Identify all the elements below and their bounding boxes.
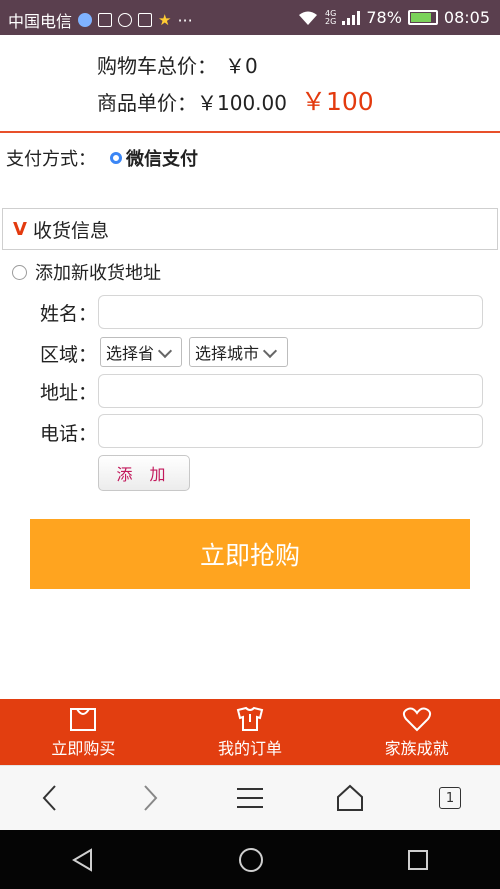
shopping-bag-icon [70,707,97,731]
home-circle-icon[interactable] [237,846,265,874]
chevron-down-icon: V [13,218,27,240]
shipping-section-header[interactable]: V 收货信息 [2,208,498,250]
tab-family-achievements[interactable]: 家族成就 [333,699,500,765]
tab-label: 立即购买 [51,738,116,758]
heart-icon [402,707,431,731]
buy-now-button[interactable]: 立即抢购 [30,519,470,589]
bottom-tab-bar: 立即购买 我的订单 家族成就 [0,699,500,765]
tab-label: 我的订单 [218,738,283,758]
region-label: 区域： [40,344,98,366]
battery-percent: 78% [366,8,402,27]
chevron-down-icon [263,345,277,359]
payment-method-wechat[interactable]: 微信支付 [126,145,198,171]
status-right: 4G 2G 78% 08:05 [297,8,490,27]
payment-row: 支付方式： 微信支付 [6,145,198,171]
unit-price-row: 商品单价： ￥100.00 ￥100 [97,82,374,118]
address-label: 地址： [40,382,98,404]
browser-back-button[interactable] [30,778,70,818]
tabs-icon: 1 [439,787,461,809]
tab-buy-now[interactable]: 立即购买 [0,699,167,765]
divider [0,131,500,133]
more-notifications: ··· [177,10,193,30]
address-input[interactable] [98,374,483,408]
news-icon [138,13,153,27]
browser-home-button[interactable] [330,778,370,818]
menu-icon [237,788,263,808]
unit-price-original: ￥100.00 [197,91,287,115]
back-icon [42,785,56,811]
star-icon: ★ [158,11,172,29]
shirt-icon [236,706,264,731]
network-type: 4G 2G [325,8,337,26]
shipping-section-title: 收货信息 [32,219,109,242]
tab-my-orders[interactable]: 我的订单 [167,699,334,765]
add-address-button[interactable]: 添 加 [98,455,190,491]
tab-label: 家族成就 [384,738,449,758]
payment-radio-selected[interactable] [110,152,122,164]
add-new-address-label: 添加新收货地址 [35,263,161,284]
browser-tabs-button[interactable]: 1 [430,778,470,818]
forward-icon [144,785,158,811]
cart-total-row: 购物车总价： ￥0 [97,50,258,79]
payment-label: 支付方式： [6,149,96,170]
signal-icon [342,10,361,25]
add-new-address-option[interactable]: 添加新收货地址 [12,259,161,285]
unit-price-sale: ￥100 [300,87,374,116]
status-bar: 中国电信 ★ ··· 4G 2G 78% 08:05 [0,0,500,35]
wifi-icon [299,11,318,25]
cart-total-label: 购物车总价： [97,54,217,78]
browser-toolbar: 1 [0,765,500,830]
add-address-radio[interactable] [12,264,27,280]
city-select-value: 选择城市 [195,344,260,363]
sync-icon [118,13,133,27]
name-input[interactable] [98,295,483,329]
status-left: 中国电信 ★ ··· [8,8,193,32]
city-select[interactable]: 选择城市 [189,337,288,367]
browser-menu-button[interactable] [230,778,270,818]
cart-total-value: ￥0 [225,54,258,78]
province-select-value: 选择省 [106,344,155,363]
system-nav-bar [0,830,500,889]
phone-label: 电话： [40,423,98,445]
home-icon [337,784,363,811]
unit-price-label: 商品单价： [97,91,197,115]
province-select[interactable]: 选择省 [100,337,182,367]
back-triangle-icon[interactable] [70,847,96,873]
clock: 08:05 [443,8,490,27]
app-notification-icon [78,13,93,27]
recents-square-icon[interactable] [406,848,430,872]
phone-input[interactable] [98,414,483,448]
chevron-down-icon [158,345,172,359]
browser-forward-button[interactable] [130,778,170,818]
carrier-name: 中国电信 [8,12,73,31]
name-label: 姓名： [40,303,98,325]
download-icon [98,13,113,27]
battery-icon [407,10,438,25]
